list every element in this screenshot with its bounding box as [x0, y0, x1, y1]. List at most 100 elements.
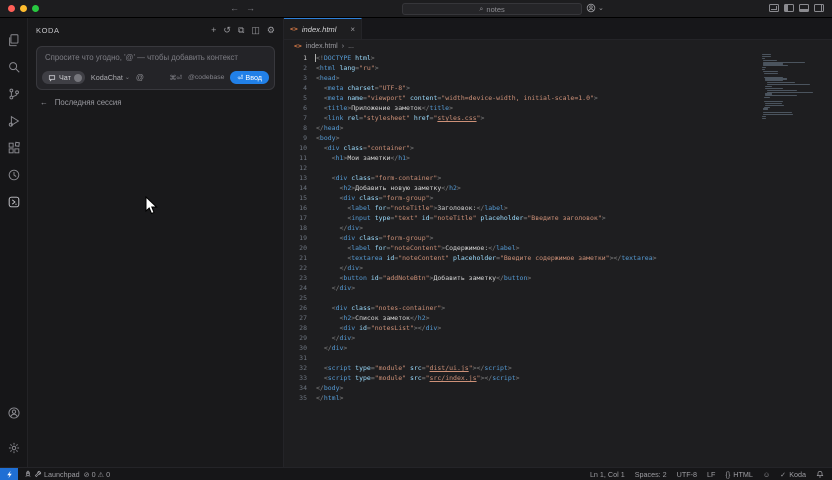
customize-layout-button[interactable]	[769, 4, 779, 12]
close-tab-icon[interactable]: ×	[350, 25, 355, 34]
extensions-icon[interactable]	[0, 134, 28, 161]
minimap[interactable]	[762, 54, 812, 120]
close-window-button[interactable]	[8, 5, 15, 12]
breadcrumb-separator-icon: ›	[342, 43, 344, 50]
language-mode[interactable]: {} HTML	[725, 470, 752, 479]
open-in-editor-icon[interactable]: ⧉	[238, 26, 244, 35]
code-line[interactable]: <div class="form-container">	[316, 173, 762, 183]
status-bar: Launchpad ⊘ 0 ⚠ 0 Ln 1, Col 1 Spaces: 2 …	[0, 467, 832, 480]
code-line[interactable]: <body>	[316, 133, 762, 143]
codebase-hint[interactable]: @codebase	[188, 74, 224, 81]
code-line[interactable]: <div class="notes-container">	[316, 303, 762, 313]
breadcrumb[interactable]: <> index.html › ...	[284, 40, 832, 52]
last-session-link[interactable]: ← Последняя сессия	[40, 98, 273, 107]
bell-icon[interactable]	[816, 470, 824, 478]
settings-gear-icon[interactable]	[0, 434, 28, 461]
maximize-window-button[interactable]	[32, 5, 39, 12]
html-file-icon: <>	[294, 42, 302, 50]
code-line[interactable]: </div>	[316, 223, 762, 233]
source-control-icon[interactable]	[0, 80, 28, 107]
code-line[interactable]: <link rel="stylesheet" href="styles.css"…	[316, 113, 762, 123]
code-line[interactable]: <label for="noteTitle">Заголовок:</label…	[316, 203, 762, 213]
remote-lightning-icon	[5, 470, 14, 479]
code-line[interactable]: </div>	[316, 263, 762, 273]
model-selector[interactable]: KodaChat ⌄	[91, 73, 130, 82]
chat-mode-chip[interactable]: Чат	[42, 71, 85, 84]
toggle-primary-sidebar-button[interactable]	[784, 4, 794, 12]
code-line[interactable]	[316, 353, 762, 363]
activity-bar	[0, 18, 28, 467]
code-line[interactable]: <input type="text" id="noteTitle" placeh…	[316, 213, 762, 223]
code-line[interactable]: <div class="form-group">	[316, 193, 762, 203]
gear-icon[interactable]: ⚙	[267, 26, 275, 35]
title-bar: ← → ⌕ notes ⌄	[0, 0, 832, 18]
code-line[interactable]: <label for="noteContent">Содержимое:</la…	[316, 243, 762, 253]
account-menu[interactable]: ⌄	[586, 3, 604, 13]
code-line[interactable]: <meta name="viewport" content="width=dev…	[316, 93, 762, 103]
chevron-down-icon: ⌄	[125, 74, 130, 81]
command-center-search[interactable]: ⌕ notes	[402, 3, 582, 15]
code-line[interactable]: <div class="form-group">	[316, 233, 762, 243]
code-line[interactable]: </body>	[316, 383, 762, 393]
tab-index-html[interactable]: <> index.html ×	[284, 18, 362, 39]
code-line[interactable]	[316, 163, 762, 173]
code-line[interactable]: </html>	[316, 393, 762, 403]
nav-back-icon[interactable]: ←	[230, 3, 239, 13]
timeline-icon[interactable]	[0, 161, 28, 188]
explorer-icon[interactable]	[0, 26, 28, 53]
chat-bubble-icon	[48, 74, 56, 82]
search-icon[interactable]	[0, 53, 28, 80]
problems-item[interactable]: ⊘ 0 ⚠ 0	[84, 470, 110, 479]
code-line[interactable]: <button id="addNoteBtn">Добавить заметку…	[316, 273, 762, 283]
breadcrumb-file[interactable]: index.html	[306, 43, 338, 50]
feedback-smiley-icon[interactable]: ☺	[763, 470, 770, 479]
code-line[interactable]: <html lang="ru">	[316, 63, 762, 73]
koda-icon[interactable]	[0, 188, 28, 215]
run-debug-icon[interactable]	[0, 107, 28, 134]
chat-input[interactable]: Спросите что угодно, '@' — чтобы добавит…	[36, 46, 275, 90]
code-line[interactable]: <!DOCTYPE html>	[316, 53, 762, 63]
encoding[interactable]: UTF-8	[677, 470, 697, 479]
remote-indicator[interactable]	[0, 468, 18, 480]
tab-bar: <> index.html ×	[284, 18, 832, 40]
toggle-panel-button[interactable]	[799, 4, 809, 12]
split-view-icon[interactable]: ◫	[251, 26, 260, 35]
code-line[interactable]: <textarea id="noteContent" placeholder="…	[316, 253, 762, 263]
warnings-icon: ⚠	[98, 470, 104, 479]
code-line[interactable]: <div id="notesList"></div>	[316, 323, 762, 333]
account-icon[interactable]	[0, 399, 28, 426]
history-icon[interactable]: ↺	[223, 26, 231, 35]
koda-panel: KODA + ↺ ⧉ ◫ ⚙ Спросите что угодно, '@' …	[28, 18, 283, 467]
breadcrumb-more[interactable]: ...	[348, 43, 354, 50]
code-line[interactable]: <script type="module" src="dist/ui.js"><…	[316, 363, 762, 373]
code-line[interactable]: <title>Приложение заметок</title>	[316, 103, 762, 113]
code-line[interactable]: <script type="module" src="src/index.js"…	[316, 373, 762, 383]
cursor-position[interactable]: Ln 1, Col 1	[590, 470, 625, 479]
traffic-lights	[8, 5, 39, 12]
code-area[interactable]: 1234567891011121314151617181920212223242…	[284, 52, 832, 467]
mention-icon[interactable]: @	[136, 73, 144, 82]
code-line[interactable]: <h2>Добавить новую заметку</h2>	[316, 183, 762, 193]
nav-forward-icon[interactable]: →	[246, 3, 255, 13]
new-chat-icon[interactable]: +	[211, 26, 216, 35]
code-line[interactable]: <h1>Мои заметки</h1>	[316, 153, 762, 163]
indentation[interactable]: Spaces: 2	[635, 470, 667, 479]
code-line[interactable]: <h2>Список заметок</h2>	[316, 313, 762, 323]
code-line[interactable]: </div>	[316, 333, 762, 343]
koda-status[interactable]: ✓ Koda	[780, 470, 806, 479]
launchpad-item[interactable]: Launchpad	[24, 470, 80, 479]
submit-button[interactable]: ⏎ Ввод	[230, 71, 269, 84]
code-line[interactable]: </div>	[316, 343, 762, 353]
eol-sequence[interactable]: LF	[707, 470, 715, 479]
gutter: 1234567891011121314151617181920212223242…	[284, 53, 307, 403]
code-line[interactable]: </div>	[316, 283, 762, 293]
code-line[interactable]: <meta charset="UTF-8">	[316, 83, 762, 93]
minimize-window-button[interactable]	[20, 5, 27, 12]
code-line[interactable]: <div class="container">	[316, 143, 762, 153]
toggle-secondary-sidebar-button[interactable]	[814, 4, 824, 12]
code-line[interactable]: <head>	[316, 73, 762, 83]
code-line[interactable]: </head>	[316, 123, 762, 133]
code-line[interactable]	[316, 293, 762, 303]
errors-count: 0	[92, 470, 96, 479]
account-icon	[586, 3, 596, 13]
